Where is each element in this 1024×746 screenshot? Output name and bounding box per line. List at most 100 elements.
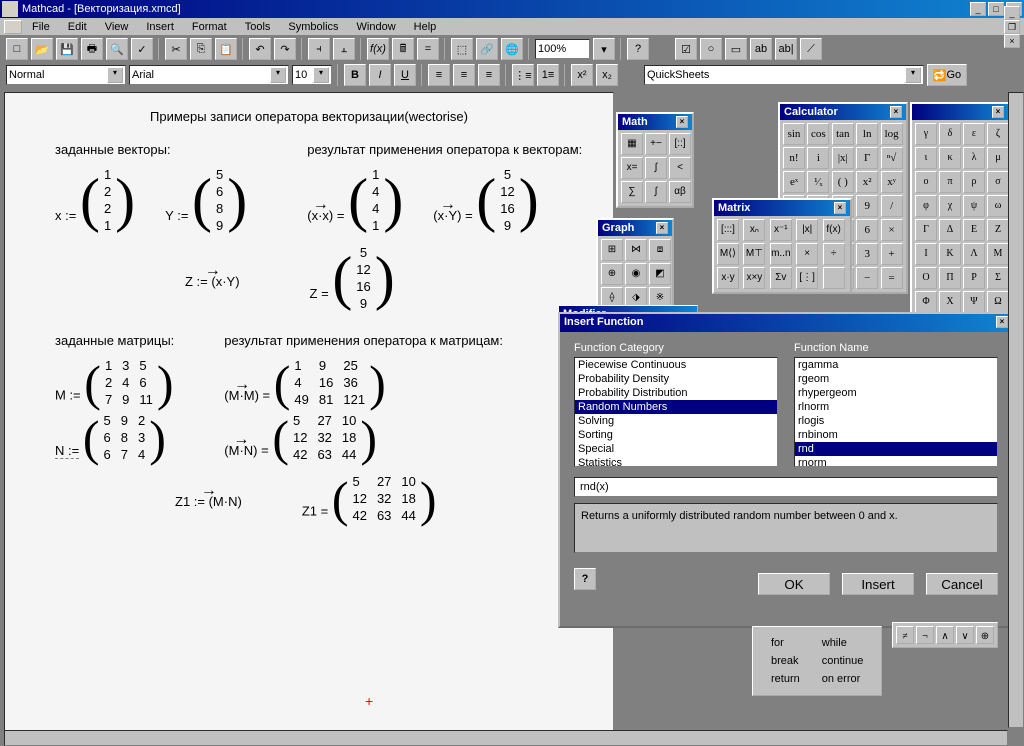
greek-btn[interactable]: Π [939,267,961,289]
greek-btn[interactable]: χ [939,195,961,217]
doc-close-button[interactable]: × [1004,34,1020,48]
matrix-btn[interactable]: m..n [770,243,792,265]
doc-restore-button[interactable]: ❐ [1004,20,1020,34]
math-palette[interactable]: Math× ▦+−[::] x=∫< ∑∫αβ [616,112,694,208]
undo-button[interactable]: ↶ [249,38,271,60]
greek-btn[interactable]: λ [963,147,985,169]
menu-symbolics[interactable]: Symbolics [280,20,346,34]
greek-btn[interactable]: ζ [987,123,1009,145]
greek-btn[interactable]: Λ [963,243,985,265]
calc-btn[interactable]: tan [832,123,854,145]
redo-button[interactable]: ↷ [274,38,296,60]
list-item[interactable]: rgamma [795,358,997,372]
align-center-button[interactable]: ≡ [453,64,475,86]
calc-btn[interactable]: ( ) [832,171,854,193]
matrix-btn[interactable]: x·y [717,267,739,289]
math-btn[interactable]: ∫ [645,181,667,203]
greek-btn[interactable]: Χ [939,291,961,313]
matrix-btn[interactable]: × [796,243,818,265]
matrix-btn[interactable]: [⋮] [796,267,818,289]
function-listbox[interactable]: rgammargeomrhypergeomrlnormrlogisrnbinom… [794,357,998,467]
greek-btn[interactable]: Ε [963,219,985,241]
calc-btn[interactable]: / [881,195,903,217]
greek-btn[interactable]: ο [915,171,937,193]
greek-btn[interactable]: ρ [963,171,985,193]
greek-btn[interactable]: Σ [987,267,1009,289]
sym-btn[interactable]: ∨ [956,626,974,644]
fx-button[interactable]: f(x) [367,38,389,60]
help-button[interactable]: ? [574,568,596,590]
sym-btn[interactable]: ⊕ [976,626,994,644]
calc-btn[interactable]: − [856,267,878,289]
dialog-close-button[interactable]: × [996,316,1008,328]
align2-button[interactable]: ⫠ [333,38,355,60]
math-btn[interactable]: < [669,157,691,179]
close-icon[interactable]: × [992,106,1004,118]
worksheet[interactable]: Примеры записи оператора векторизации(we… [4,92,614,742]
math-btn[interactable]: x= [621,157,643,179]
bold-button[interactable]: B [344,64,366,86]
cancel-button[interactable]: Cancel [926,573,998,595]
greek-btn[interactable]: δ [939,123,961,145]
close-icon[interactable]: × [834,202,846,214]
matrix-btn[interactable]: x⁻¹ [770,219,792,241]
math-btn[interactable]: [::] [669,133,691,155]
greek-btn[interactable]: Ο [915,267,937,289]
greek-btn[interactable]: Φ [915,291,937,313]
greek-btn[interactable]: ε [963,123,985,145]
menu-view[interactable]: View [97,20,137,34]
calc-btn[interactable]: ⁿ√ [881,147,903,169]
unit-button[interactable]: 🖩 [392,38,414,60]
style-combo[interactable]: Normal▾ [6,65,126,85]
math-btn[interactable]: ▦ [621,133,643,155]
list-item[interactable]: Solving [575,414,777,428]
list-item[interactable]: rnorm [795,456,997,467]
text-ctrl[interactable]: ab [750,38,772,60]
calc-btn[interactable]: |x| [832,147,854,169]
doc-minimize-button[interactable]: _ [1004,6,1020,20]
list-item[interactable]: rlogis [795,414,997,428]
check1[interactable]: ☑ [675,38,697,60]
graph-btn[interactable]: ⧈ [649,239,671,261]
spell-button[interactable]: ✓ [131,38,153,60]
list-item[interactable]: rgeom [795,372,997,386]
component-button[interactable]: ⬚ [451,38,473,60]
greek-btn[interactable]: μ [987,147,1009,169]
matrix-btn[interactable]: M⊤ [743,243,765,265]
italic-button[interactable]: I [369,64,391,86]
horizontal-scrollbar[interactable] [4,730,1008,746]
web-button[interactable]: 🌐 [501,38,523,60]
graph-btn[interactable]: ⊞ [601,239,623,261]
category-listbox[interactable]: Piecewise ContinuousProbability DensityP… [574,357,778,467]
calc-btn[interactable]: n! [783,147,805,169]
graph-btn[interactable]: ◉ [625,263,647,285]
greek-btn[interactable]: π [939,171,961,193]
menu-format[interactable]: Format [184,20,235,34]
calc-button[interactable]: = [417,38,439,60]
list-item[interactable]: rnbinom [795,428,997,442]
bullets-button[interactable]: ⋮≡ [512,64,534,86]
sup-button[interactable]: x² [571,64,593,86]
greek-btn[interactable]: φ [915,195,937,217]
matrix-btn[interactable]: f(x) [823,219,845,241]
btn1[interactable]: ▭ [725,38,747,60]
calc-btn[interactable]: 6 [856,219,878,241]
calc-btn[interactable]: = [881,267,903,289]
list-item[interactable]: Piecewise Continuous [575,358,777,372]
greek-btn[interactable]: Ψ [963,291,985,313]
align-button[interactable]: ⫞ [308,38,330,60]
greek-btn[interactable]: ι [915,147,937,169]
align-left-button[interactable]: ≡ [428,64,450,86]
menu-edit[interactable]: Edit [60,20,95,34]
align-right-button[interactable]: ≡ [478,64,500,86]
print-button[interactable]: 🖶 [81,38,103,60]
menu-file[interactable]: File [24,20,58,34]
zoom-combo[interactable] [535,39,590,59]
calc-btn[interactable]: ln [856,123,878,145]
underline-button[interactable]: U [394,64,416,86]
signature-field[interactable]: rnd(x) [574,477,998,497]
close-icon[interactable]: × [890,106,902,118]
font-combo[interactable]: Arial▾ [129,65,289,85]
greek-btn[interactable]: Ζ [987,219,1009,241]
list-item[interactable]: Probability Density [575,372,777,386]
